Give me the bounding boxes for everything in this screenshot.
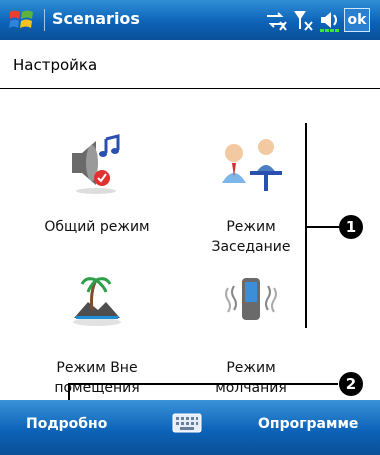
title-bar: Scenarios ok [0,0,380,40]
scenario-silent[interactable]: Режим молчания [176,358,326,398]
windows-start-icon[interactable] [8,6,36,34]
scenario-silent-label-1: Режим [226,360,276,376]
title-separator [44,9,45,31]
scenario-general-label: Общий режим [44,219,150,235]
vibrate-phone-icon[interactable] [220,272,282,328]
keyboard-icon[interactable] [172,412,202,434]
ok-button[interactable]: ok [344,8,370,32]
callout-marker-1: 1 [339,215,363,239]
signal-off-icon[interactable] [292,8,314,32]
page-header: Настройка [0,40,380,89]
callout-pointer-line-2 [68,383,338,385]
window-title: Scenarios [52,9,140,28]
scenario-outdoor[interactable]: Режим Вне помещения [22,358,172,398]
outdoor-icon[interactable] [66,272,128,328]
about-softkey[interactable]: Опрограмме [258,416,358,432]
scenario-outdoor-label-2: помещения [54,380,140,396]
page-title: Настройка [13,56,98,74]
menu-bar: Подробно Опрограмме [0,400,380,455]
callout-marker-2: 2 [339,372,363,396]
scenario-outdoor-label-1: Режим Вне [56,360,138,376]
scenario-meeting-label-1: Режим [226,219,276,235]
callout-pointer-line [305,226,339,228]
connectivity-icon[interactable] [264,8,288,32]
scenario-general[interactable]: Общий режим [22,217,172,237]
scenario-silent-label-2: молчания [215,380,287,396]
volume-icon[interactable] [318,8,340,32]
scenario-meeting[interactable]: Режим Заседание [176,217,326,257]
meeting-icon[interactable] [216,133,286,195]
speaker-music-icon[interactable] [66,133,128,195]
scenario-meeting-label-2: Заседание [211,239,291,255]
details-softkey[interactable]: Подробно [26,416,107,432]
